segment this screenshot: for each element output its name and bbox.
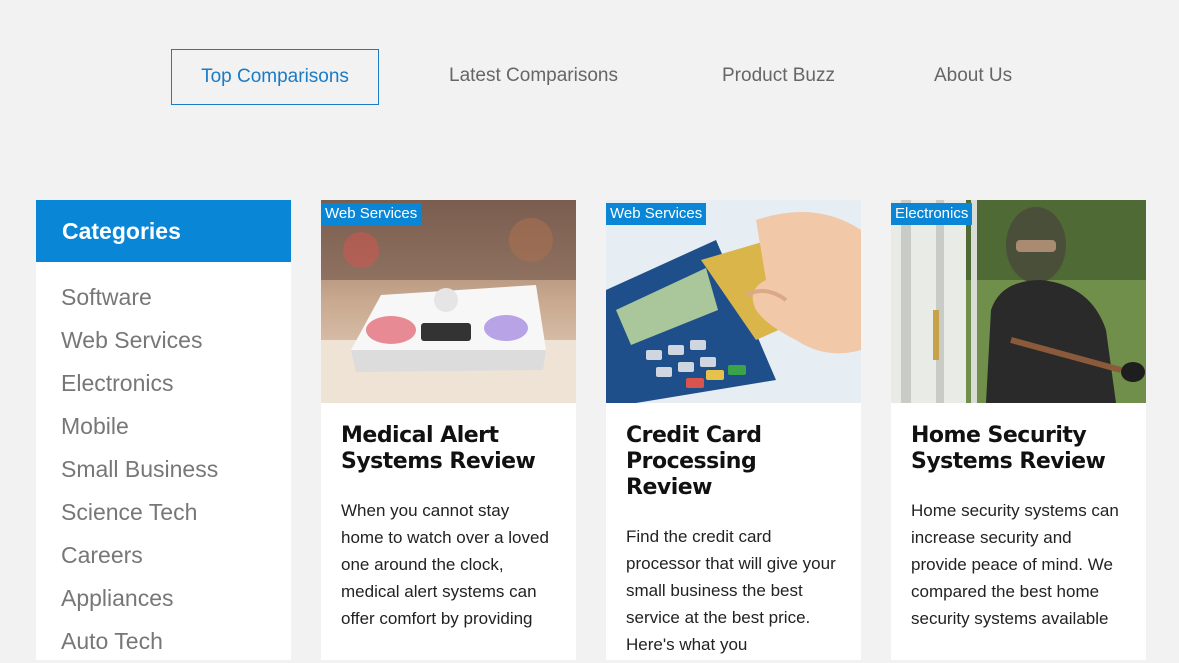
home-security-image[interactable]: Electronics: [891, 200, 1146, 403]
category-small-business[interactable]: Small Business: [36, 448, 291, 491]
category-software[interactable]: Software: [36, 276, 291, 319]
category-badge[interactable]: Web Services: [321, 203, 422, 225]
article-card-credit-card[interactable]: Web Services Credit Card Processing Revi…: [606, 200, 861, 660]
categories-heading: Categories: [36, 200, 291, 262]
card-excerpt: When you cannot stay home to watch over …: [341, 501, 549, 628]
medical-alert-image[interactable]: Web Services: [321, 200, 576, 403]
category-auto-tech[interactable]: Auto Tech: [36, 620, 291, 663]
category-appliances[interactable]: Appliances: [36, 577, 291, 620]
categories-sidebar: Categories Software Web Services Electro…: [36, 200, 291, 660]
credit-card-image[interactable]: Web Services: [606, 200, 861, 403]
category-web-services[interactable]: Web Services: [36, 319, 291, 362]
card-excerpt: Find the credit card processor that will…: [626, 527, 836, 654]
category-electronics[interactable]: Electronics: [36, 362, 291, 405]
top-nav: Top Comparisons Latest Comparisons Produ…: [0, 49, 1179, 105]
category-badge[interactable]: Web Services: [606, 203, 707, 225]
card-title[interactable]: Credit Card Processing Review: [626, 423, 841, 501]
card-title[interactable]: Medical Alert Systems Review: [341, 423, 556, 475]
nav-latest-comparisons[interactable]: Latest Comparisons: [449, 49, 618, 103]
card-excerpt: Home security systems can increase secur…: [911, 501, 1119, 628]
card-title[interactable]: Home Security Systems Review: [911, 423, 1126, 475]
nav-about-us[interactable]: About Us: [934, 49, 1012, 103]
article-card-home-security[interactable]: Electronics Home Security Systems Review…: [891, 200, 1146, 660]
article-card-medical-alert[interactable]: Web Services Medical Alert Systems Revie…: [321, 200, 576, 660]
nav-top-comparisons[interactable]: Top Comparisons: [171, 49, 379, 105]
category-mobile[interactable]: Mobile: [36, 405, 291, 448]
categories-list: Software Web Services Electronics Mobile…: [36, 262, 291, 663]
category-science-tech[interactable]: Science Tech: [36, 491, 291, 534]
nav-product-buzz[interactable]: Product Buzz: [722, 49, 835, 103]
category-badge[interactable]: Electronics: [891, 203, 973, 225]
category-careers[interactable]: Careers: [36, 534, 291, 577]
